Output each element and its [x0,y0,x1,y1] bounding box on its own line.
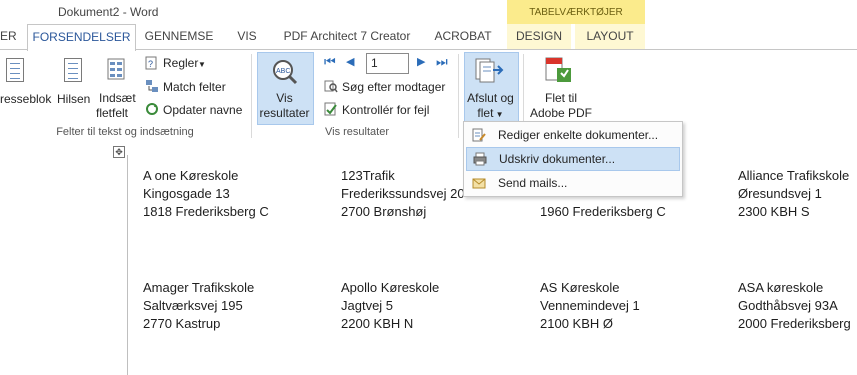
address-block-button[interactable]: resseblok [0,92,51,106]
label-cell: 123Trafik Frederikssundsvej 20 2700 Brøn… [341,167,465,221]
merge-to-adobe-pdf-label-1[interactable]: Flet til [527,91,595,105]
label-line: 1818 Frederiksberg C [143,204,269,219]
preview-group-label: Vis resultater [325,126,389,138]
check-errors-button[interactable]: Kontrollér for fejl [342,103,429,117]
label-line: AS Køreskole [540,280,620,295]
label-line: Jagtvej 5 [341,298,394,313]
envelope-icon [472,176,486,190]
label-cell: Apollo Køreskole Jagtvej 5 2200 KBH N [341,279,439,333]
preview-results-label-1: Vis [276,91,293,105]
tab-design[interactable]: DESIGN [507,24,571,49]
match-fields-button[interactable]: Match felter [163,80,226,94]
label-line: Amager Trafikskole [143,280,255,295]
label-line: 2000 Frederiksberg [738,316,851,331]
preview-results-label-2: resultater [259,106,310,120]
finish-merge-chevron-down-icon: ▼ [493,110,504,119]
label-cell: Alliance Trafikskole Øresundsvej 1 2300 … [738,167,849,221]
merge-to-adobe-pdf-label-2[interactable]: Adobe PDF [527,106,595,120]
finish-merge-icon [474,57,504,85]
window-title: Dokument2 - Word [58,5,159,19]
finish-merge-label-1: Afslut og [467,91,514,105]
menu-item-label: Send mails... [498,176,568,190]
label-cell: A one Køreskole Kingosgade 13 1818 Frede… [143,167,269,221]
update-labels-button[interactable]: Opdater navne [163,103,242,117]
ribbon-separator [458,54,459,138]
match-fields-icon [145,79,159,93]
tab-review[interactable]: GENNEMSE [141,24,217,49]
fields-group-label: Felter til tekst og indsætning [56,126,194,138]
label-cell: AS Køreskole Vennemindevej 1 2100 KBH Ø [540,279,640,333]
edit-documents-icon [472,128,486,142]
menu-item-send-email-messages[interactable]: Send mails... [464,172,682,194]
record-number-input[interactable]: 1 [366,53,409,74]
label-line: 1960 Frederiksberg C [540,204,666,219]
insert-merge-field-label-2[interactable]: fletfelt [96,106,128,120]
label-line: Kingosgade 13 [143,186,230,201]
ribbon-separator [251,54,252,138]
svg-text:?: ? [148,59,153,69]
tab-acrobat[interactable]: ACROBAT [428,24,498,49]
menu-item-label: Rediger enkelte dokumenter... [498,128,659,142]
find-recipient-button[interactable]: Søg efter modtager [342,80,445,94]
record-number-value: 1 [371,56,378,70]
greeting-line-icon [64,58,82,82]
rules-button[interactable]: Regler [163,56,198,70]
finish-merge-menu: Rediger enkelte dokumenter... Udskriv do… [463,121,683,197]
finish-merge-label-2-text: flet [477,106,494,120]
preview-results-icon: ABC [270,58,298,86]
table-gridline [127,155,128,375]
tab-pdf-architect[interactable]: PDF Architect 7 Creator [277,24,417,49]
label-line: 2200 KBH N [341,316,414,331]
menu-item-label: Udskriv dokumenter... [499,152,616,166]
rules-chevron-down-icon: ▼ [198,60,206,69]
label-line: 123Trafik [341,168,395,183]
contextual-tab-group: TABELVÆRKTØJER [507,0,645,24]
tab-partial[interactable]: ER [0,24,17,49]
label-line: 2770 Kastrup [143,316,221,331]
previous-record-icon[interactable]: ◀ [346,55,354,68]
menu-item-edit-individual-documents[interactable]: Rediger enkelte dokumenter... [464,124,682,146]
contextual-tab-group-label: TABELVÆRKTØJER [529,7,623,18]
label-line: 2700 Brønshøj [341,204,427,219]
menu-item-print-documents[interactable]: Udskriv dokumenter... [466,147,680,171]
finish-merge-label-2: flet ▼ [464,106,517,120]
label-line: Øresundsvej 1 [738,186,822,201]
tab-view[interactable]: VIS [230,24,264,49]
label-line: A one Køreskole [143,168,239,183]
check-errors-icon [324,102,338,116]
label-line: Godthåbsvej 93A [738,298,838,313]
label-cell: Amager Trafikskole Saltværksvej 195 2770… [143,279,254,333]
print-documents-icon [473,152,487,166]
label-line: Alliance Trafikskole [738,168,850,183]
table-move-handle-icon[interactable]: ✥ [113,146,125,158]
label-line: ASA køreskole [738,280,824,295]
first-record-icon[interactable]: ⏮ [324,54,336,70]
greeting-line-button[interactable]: Hilsen [57,92,90,106]
label-line: Frederikssundsvej 20 [341,186,465,201]
label-line: 2100 KBH Ø [540,316,613,331]
label-cell: ASA køreskole Godthåbsvej 93A 2000 Frede… [738,279,851,333]
tab-layout[interactable]: LAYOUT [575,24,645,49]
find-recipient-icon [324,79,338,93]
label-line: Apollo Køreskole [341,280,440,295]
next-record-icon[interactable]: ▶ [417,55,425,68]
tab-mailings[interactable]: FORSENDELSER [27,24,136,51]
label-line: 2300 KBH S [738,204,810,219]
label-line: Saltværksvej 195 [143,298,243,313]
svg-text:ABC: ABC [276,68,290,75]
insert-merge-field-label-1[interactable]: Indsæt [99,91,136,105]
update-labels-icon [145,102,159,116]
address-block-icon [6,58,24,82]
rules-icon: ? [145,56,159,70]
insert-merge-field-icon [107,58,125,80]
last-record-icon[interactable]: ⏭ [436,54,448,70]
label-line: Vennemindevej 1 [540,298,640,313]
merge-to-adobe-pdf-icon [543,56,573,86]
